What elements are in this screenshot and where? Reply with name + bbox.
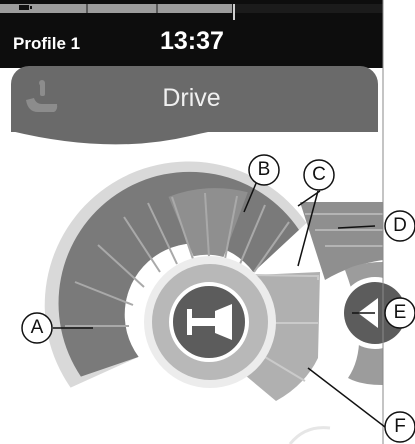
callout-f: F bbox=[394, 416, 406, 437]
callout-d: D bbox=[393, 215, 407, 236]
callout-e: E bbox=[393, 302, 407, 323]
drive-display-art bbox=[11, 0, 415, 444]
header-wave bbox=[11, 112, 378, 145]
callout-c: C bbox=[312, 164, 326, 185]
callout-b: B bbox=[257, 159, 271, 180]
callout-a: A bbox=[30, 317, 44, 338]
